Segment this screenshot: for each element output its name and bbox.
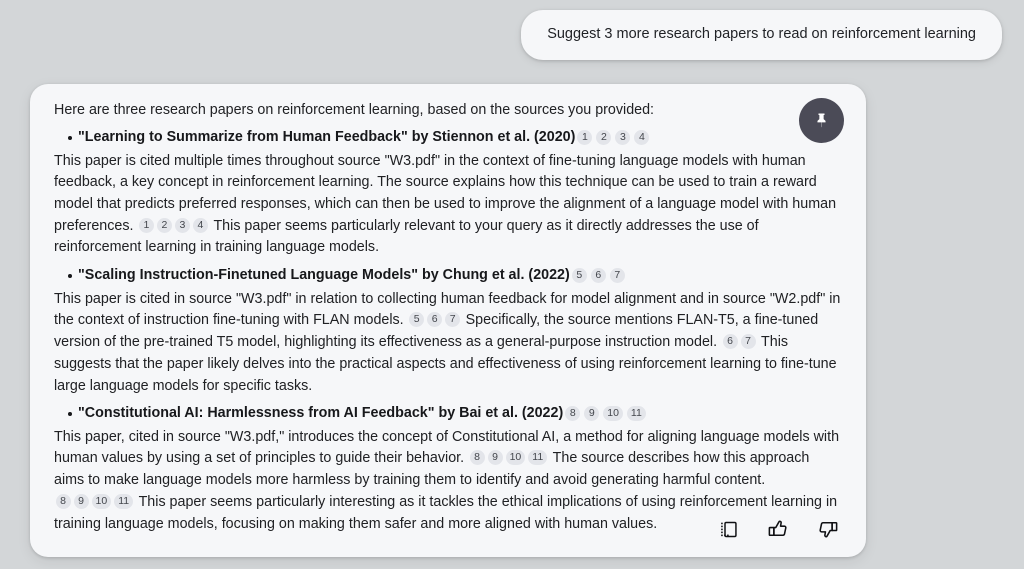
citation-chip[interactable]: 11 <box>626 405 646 421</box>
citation-chip[interactable]: 7 <box>609 267 625 283</box>
bullet-dot-icon <box>68 411 72 416</box>
citation-chip[interactable]: 1 <box>577 129 593 145</box>
paper-title-text-1: "Learning to Summarize from Human Feedba… <box>78 129 576 146</box>
citation-chip[interactable]: 2 <box>156 217 172 233</box>
citation-chip[interactable]: 9 <box>73 493 89 509</box>
citation-chip[interactable]: 9 <box>487 450 503 466</box>
citation-chip[interactable]: 9 <box>584 405 600 421</box>
citation-chip[interactable]: 10 <box>505 450 526 466</box>
paper-body-2: This paper is cited in source "W3.pdf" i… <box>54 289 842 398</box>
citation-chip[interactable]: 3 <box>174 217 190 233</box>
body-citations-3a: 8 9 10 11 <box>468 450 553 466</box>
citation-chip[interactable]: 2 <box>596 129 612 145</box>
paper-title-1: "Learning to Summarize from Human Feedba… <box>54 127 842 148</box>
user-prompt-text: Suggest 3 more research papers to read o… <box>547 26 976 42</box>
body-citations-1a: 1234 <box>137 217 213 234</box>
thumbs-down-icon[interactable] <box>814 515 842 543</box>
citation-chip[interactable]: 10 <box>91 493 112 509</box>
copy-icon[interactable] <box>714 515 742 543</box>
paper-title-2: "Scaling Instruction-Finetuned Language … <box>54 265 842 286</box>
body-citations-3b: 8 9 10 11 <box>54 493 139 510</box>
user-prompt-row: Suggest 3 more research papers to read o… <box>0 10 1024 61</box>
response-actions <box>714 515 842 543</box>
user-prompt-bubble: Suggest 3 more research papers to read o… <box>521 10 1002 61</box>
citation-chip[interactable]: 11 <box>114 493 134 509</box>
citation-chip[interactable]: 10 <box>603 405 623 421</box>
paper-title-3: "Constitutional AI: Harmlessness from AI… <box>54 403 842 424</box>
citation-chip[interactable]: 8 <box>55 493 71 509</box>
body-citations-2b: 67 <box>721 334 761 350</box>
paper-title-text-3: "Constitutional AI: Harmlessness from AI… <box>78 405 564 422</box>
citation-chip[interactable]: 3 <box>615 129 631 145</box>
thumbs-up-icon[interactable] <box>764 515 792 543</box>
body-citations-2a: 567 <box>408 312 466 328</box>
citation-chip[interactable]: 7 <box>740 334 756 350</box>
assistant-response-card: Here are three research papers on reinfo… <box>30 84 866 557</box>
paper-body-1: This paper is cited multiple times throu… <box>54 151 842 260</box>
citation-chip[interactable]: 1 <box>138 217 154 233</box>
title-citations-1: 1234 <box>575 127 651 148</box>
bullet-dot-icon <box>68 135 72 140</box>
paper-title-text-2: "Scaling Instruction-Finetuned Language … <box>78 267 570 284</box>
citation-chip[interactable]: 6 <box>722 334 738 350</box>
citation-chip[interactable]: 6 <box>590 267 606 283</box>
citation-chip[interactable]: 8 <box>565 405 581 421</box>
citation-chip[interactable]: 5 <box>571 267 587 283</box>
bullet-dot-icon <box>68 273 72 278</box>
title-citations-2: 567 <box>570 265 627 286</box>
citation-chip[interactable]: 4 <box>192 217 208 233</box>
response-intro: Here are three research papers on reinfo… <box>54 102 655 118</box>
citation-chip[interactable]: 8 <box>469 450 485 466</box>
pushpin-icon[interactable] <box>799 98 844 143</box>
citation-chip[interactable]: 5 <box>409 312 425 328</box>
citation-chip[interactable]: 7 <box>445 312 461 328</box>
citation-chip[interactable]: 6 <box>427 312 443 328</box>
title-citations-3: 8 9 10 11 <box>563 403 648 424</box>
citation-chip[interactable]: 11 <box>528 450 548 466</box>
citation-chip[interactable]: 4 <box>634 129 650 145</box>
